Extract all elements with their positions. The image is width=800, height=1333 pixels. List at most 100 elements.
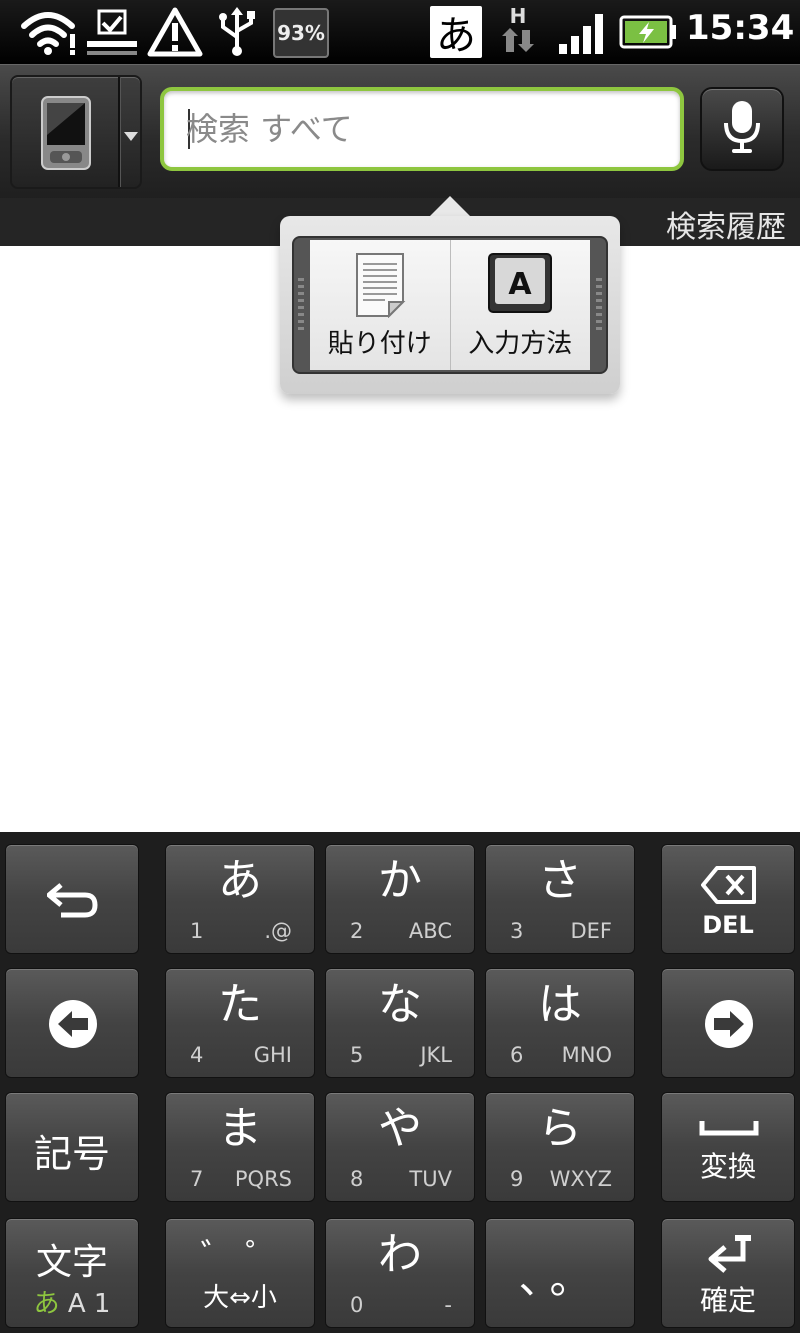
battery-charging-icon [618,6,678,58]
convert-key-label: 変換 [699,1150,756,1183]
key-number-label: 2 [350,919,364,943]
kana-key-a[interactable]: あ 1 .@ [165,844,315,954]
convert-key[interactable]: 変換 [661,1092,795,1202]
key-main-label: さ [538,855,582,906]
popup-grip-right [596,278,602,334]
key-number-label: 5 [350,1043,364,1067]
mode-active-hiragana: あ [33,1289,60,1319]
punctuation-key[interactable]: 、。 [485,1218,635,1328]
kana-key-ma[interactable]: ま 7 PQRS [165,1092,315,1202]
arrow-right-icon [704,999,754,1053]
confirm-key-label: 確定 [699,1284,756,1317]
popup-frame: 貼り付け A 入力方法 [292,236,608,374]
key-number-label: 7 [190,1167,204,1191]
popup-pointer [428,196,472,218]
chevron-down-icon [124,127,138,146]
key-main-label: は [538,979,582,1030]
backspace-icon [701,865,757,909]
download-complete-icon [84,6,140,58]
cursor-left-key[interactable] [5,968,139,1078]
arrow-left-icon [48,999,98,1053]
key-alpha-label: DEF [570,919,612,943]
key-main-label: あ [218,855,262,906]
symbol-key[interactable]: 記号 [5,1092,139,1202]
soft-keyboard: あ 1 .@ か 2 ABC さ 3 DEF DEL た 4 GHI な 5 J… [0,832,800,1333]
key-main-label: な [378,979,422,1030]
space-icon [699,1119,759,1141]
battery-percent-badge: 93% [273,8,329,58]
signal-icon [556,6,608,58]
popup-item-label: 入力方法 [468,329,573,359]
input-method-icon: A [487,252,553,318]
undo-icon [46,879,99,923]
dakuten-label: ゛ ゜ [200,1237,280,1277]
key-number-label: 6 [510,1043,524,1067]
key-alpha-label: ABC [408,919,452,943]
mode-other-options: A 1 [67,1289,111,1319]
network-type-indicator: H [498,4,538,60]
status-bar: 93% あ H 15:34 [0,0,800,64]
data-arrows-icon [502,28,534,52]
search-history-label[interactable]: 検索履歴 [666,202,786,246]
key-alpha-label: TUV [409,1167,452,1191]
popup-grip-left [298,278,304,334]
input-method-icon-letter: A [509,267,533,302]
search-input[interactable] [186,105,656,153]
kana-key-ka[interactable]: か 2 ABC [325,844,475,954]
key-main-label: た [218,979,262,1030]
mode-indicator: あ A 1 [6,1283,138,1320]
popup-item-paste[interactable]: 貼り付け [310,240,450,370]
mode-switch-key-label: 文字 [35,1242,108,1283]
mode-switch-key[interactable]: 文字 あ A 1 [5,1218,139,1328]
context-popup: 貼り付け A 入力方法 [280,216,620,394]
key-alpha-label: GHI [253,1043,292,1067]
clock: 15:34 [686,8,795,48]
key-alpha-label: MNO [561,1043,612,1067]
key-number-label: 8 [350,1167,364,1191]
voice-search-button[interactable] [700,87,784,171]
kana-key-ta[interactable]: た 4 GHI [165,968,315,1078]
popup-item-input-method[interactable]: A 入力方法 [449,240,591,370]
key-alpha-label: WXYZ [549,1167,612,1191]
key-main-label: ま [218,1103,262,1154]
key-number-label: 1 [190,919,204,943]
search-source-selector[interactable] [10,75,142,189]
usb-icon [212,6,262,58]
key-number-label: 0 [350,1293,364,1317]
ime-indicator: あ [430,6,482,59]
key-alpha-label: - [444,1293,452,1317]
size-toggle-label: 大⇔小 [203,1283,277,1313]
warning-icon [146,6,204,58]
screen: 93% あ H 15:34 検索 すべて 検索履歴 貼り付け A 入力方法 あ … [0,0,800,1333]
key-main-label: か [378,855,422,906]
microphone-icon [722,99,762,159]
enter-icon [705,1233,753,1279]
key-main-label: わ [378,1229,422,1280]
source-divider [118,77,120,187]
key-number-label: 9 [510,1167,524,1191]
phone-icon [40,95,92,175]
kana-key-ha[interactable]: は 6 MNO [485,968,635,1078]
key-main-label: や [378,1103,422,1154]
key-main-label: ら [538,1103,582,1154]
kana-key-na[interactable]: な 5 JKL [325,968,475,1078]
key-alpha-label: PQRS [234,1167,292,1191]
kana-key-ra[interactable]: ら 9 WXYZ [485,1092,635,1202]
delete-key-label: DEL [702,911,754,939]
kana-key-sa[interactable]: さ 3 DEF [485,844,635,954]
search-header [0,64,800,200]
popup-item-label: 貼り付け [327,329,432,359]
search-field[interactable] [160,87,684,171]
kana-key-ya[interactable]: や 8 TUV [325,1092,475,1202]
kana-key-wa[interactable]: わ 0 - [325,1218,475,1328]
key-alpha-label: .@ [264,919,292,943]
confirm-key[interactable]: 確定 [661,1218,795,1328]
cursor-right-key[interactable] [661,968,795,1078]
undo-key[interactable] [5,844,139,954]
dakuten-key[interactable]: ゛ ゜ 大⇔小 [165,1218,315,1328]
key-number-label: 3 [510,919,524,943]
network-type-label: H [509,4,527,28]
delete-key[interactable]: DEL [661,844,795,954]
key-alpha-label: JKL [420,1043,452,1067]
key-number-label: 4 [190,1043,204,1067]
